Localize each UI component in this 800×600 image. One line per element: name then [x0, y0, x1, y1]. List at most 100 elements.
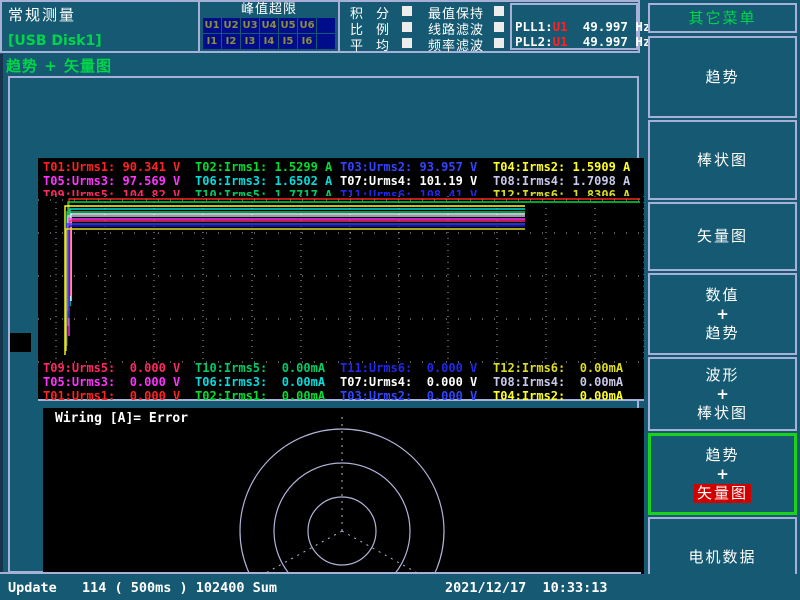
sidebar-item-vector-graph[interactable]: 矢量图: [648, 202, 797, 271]
peak-cell-I1: I1: [203, 34, 221, 49]
sidebar-item-label: 矢量图: [694, 484, 751, 503]
wiring-error-message: Wiring [A]= Error: [55, 411, 188, 426]
checkbox-icon: [494, 22, 504, 32]
peak-cell-I5: I5: [279, 34, 297, 49]
peak-cell-U5: U5: [279, 18, 297, 33]
peak-cell-U2: U2: [222, 18, 240, 33]
channel-value-label: T08:Irms4: 1.7098 A: [493, 174, 641, 188]
channel-value-label: T11:Urms6: 0.000 V: [340, 361, 493, 375]
settings-row-1: 比例线路滤波: [346, 18, 510, 34]
trend-bottom-row: T09:Urms5: 0.000 VT10:Irms5: 0.00mAT11:U…: [43, 361, 641, 375]
measurement-mode-label: 常规测量: [8, 4, 76, 25]
trend-top-row: T01:Urms1: 90.341 VT02:Irms1: 1.5299 AT0…: [43, 160, 641, 174]
update-counter: 114 ( 500ms ) 102400 Sum: [82, 580, 277, 596]
checkbox-icon: [494, 6, 504, 16]
sidebar-item-numeric-trend[interactable]: 数值+趋势: [648, 273, 797, 355]
content-frame: T01:Urms1: 90.341 VT02:Irms1: 1.5299 AT0…: [8, 76, 639, 573]
trend-chart: [38, 196, 644, 363]
channel-value-label: T04:Irms2: 0.00mA: [493, 389, 641, 403]
pll-box: PLL1:U1 49.997 HzPLL2:U1 49.997 Hz: [510, 3, 638, 50]
peak-over-limit-box: 峰值超限 U1U2U3U4U5U6I1I2I3I4I5I6: [198, 2, 340, 51]
setting-checkbox[interactable]: [402, 37, 412, 52]
status-indicator-square: [10, 333, 31, 352]
peak-cell-U4: U4: [260, 18, 278, 33]
usb-disk-label: [USB Disk1]: [8, 33, 102, 49]
setting-char: 均: [376, 35, 389, 54]
channel-value-label: T05:Urms3: 0.000 V: [43, 375, 195, 389]
analyzer-screen: 常规测量 [USB Disk1] 峰值超限 U1U2U3U4U5U6I1I2I3…: [0, 0, 800, 600]
sidebar-item-label: 波形: [705, 366, 739, 385]
checkbox-icon: [402, 22, 412, 32]
sidebar-menu-title[interactable]: 其它菜单: [648, 3, 797, 33]
settings-row-2: 平均频率滤波: [346, 34, 510, 50]
pll2-row: PLL2:U1 49.997 Hz: [515, 34, 635, 49]
peak-cell-I6: I6: [298, 34, 316, 49]
pll-source: U1: [553, 34, 568, 49]
sidebar-item-trend-vector[interactable]: 趋势+矢量图: [648, 433, 797, 515]
channel-value-label: T03:Urms2: 0.000 V: [340, 389, 493, 403]
view-title: 趋势 + 矢量图: [6, 55, 112, 76]
pll-rows: PLL1:U1 49.997 HzPLL2:U1 49.997 Hz: [515, 19, 635, 49]
channel-value-label: T12:Irms6: 0.00mA: [493, 361, 641, 375]
trend-top-row: T05:Urms3: 97.569 VT06:Irms3: 1.6502 AT0…: [43, 174, 641, 188]
measurement-settings: 积分最值保持比例线路滤波平均频率滤波: [346, 2, 510, 51]
channel-value-label: T10:Irms5: 0.00mA: [195, 361, 340, 375]
peak-cell-U6: U6: [298, 18, 316, 33]
sidebar-item-label: 趋势: [705, 446, 739, 465]
peak-cell-empty: [317, 18, 335, 33]
channel-value-label: T07:Urms4: 0.000 V: [340, 375, 493, 389]
trend-bottom-row: T01:Urms1: 0.000 VT02:Irms1: 0.00mAT03:U…: [43, 389, 641, 403]
trend-bottom-row: T05:Urms3: 0.000 VT06:Irms3: 0.00mAT07:U…: [43, 375, 641, 389]
pll-name: PLL2:: [515, 34, 553, 49]
peak-cell-U3: U3: [241, 18, 259, 33]
sidebar-item-label: 数值: [705, 286, 739, 305]
status-bar: Update 114 ( 500ms ) 102400 Sum 2021/12/…: [0, 574, 800, 600]
channel-value-label: T06:Irms3: 0.00mA: [195, 375, 340, 389]
pll-name: PLL1:: [515, 19, 553, 34]
peak-cell-I4: I4: [260, 34, 278, 49]
channel-value-label: T04:Irms2: 1.5909 A: [493, 160, 641, 174]
sidebar-menu: 其它菜单 趋势棒状图矢量图数值+趋势波形+棒状图趋势+矢量图电机数据: [648, 0, 800, 600]
pll-source: U1: [553, 19, 568, 34]
peak-cell-I2: I2: [222, 34, 240, 49]
peak-cell-I3: I3: [241, 34, 259, 49]
checkbox-icon: [402, 6, 412, 16]
settings-row-0: 积分最值保持: [346, 2, 510, 18]
channel-value-label: T08:Irms4: 0.00mA: [493, 375, 641, 389]
channel-value-label: T06:Irms3: 1.6502 A: [195, 174, 340, 188]
pll1-row: PLL1:U1 49.997 Hz: [515, 19, 635, 34]
sidebar-item-label: 趋势: [705, 324, 739, 343]
channel-value-label: T05:Urms3: 97.569 V: [43, 174, 195, 188]
sidebar-item-waveform-bar[interactable]: 波形+棒状图: [648, 357, 797, 431]
setting-label: 频率滤波: [428, 35, 484, 54]
channel-value-label: T09:Urms5: 0.000 V: [43, 361, 195, 375]
plus-separator: +: [716, 385, 729, 404]
setting-checkbox[interactable]: [494, 37, 504, 52]
trend-panel: T01:Urms1: 90.341 VT02:Irms1: 1.5299 AT0…: [38, 158, 644, 401]
peak-cell-U1: U1: [203, 18, 221, 33]
pll-value: 49.997 Hz: [568, 19, 651, 34]
sidebar-item-label: 棒状图: [697, 151, 748, 170]
sidebar-item-bar-graph[interactable]: 棒状图: [648, 120, 797, 200]
channel-value-label: T07:Urms4: 101.19 V: [340, 174, 493, 188]
channel-value-label: T02:Irms1: 1.5299 A: [195, 160, 340, 174]
checkbox-icon: [494, 38, 504, 48]
channel-value-label: T01:Urms1: 0.000 V: [43, 389, 195, 403]
channel-value-label: T02:Irms1: 0.00mA: [195, 389, 340, 403]
peak-row-current: I1I2I3I4I5I6: [203, 34, 336, 49]
left-edge-strip: [0, 54, 3, 575]
peak-over-limit-title: 峰值超限: [200, 2, 338, 17]
peak-indicator-grid: U1U2U3U4U5U6I1I2I3I4I5I6: [203, 18, 336, 50]
plus-separator: +: [716, 305, 729, 324]
plus-separator: +: [716, 465, 729, 484]
sidebar-item-label: 矢量图: [697, 227, 748, 246]
checkbox-icon: [402, 38, 412, 48]
pll-value: 49.997 Hz: [568, 34, 651, 49]
peak-cell-empty: [317, 34, 335, 49]
update-label: Update: [8, 580, 57, 596]
header-bar: 常规测量 [USB Disk1] 峰值超限 U1U2U3U4U5U6I1I2I3…: [0, 0, 640, 53]
setting-char: 平: [350, 35, 363, 54]
datetime: 2021/12/17 10:33:13: [445, 580, 608, 596]
sidebar-item-label: 电机数据: [688, 548, 756, 567]
sidebar-item-trend[interactable]: 趋势: [648, 36, 797, 118]
